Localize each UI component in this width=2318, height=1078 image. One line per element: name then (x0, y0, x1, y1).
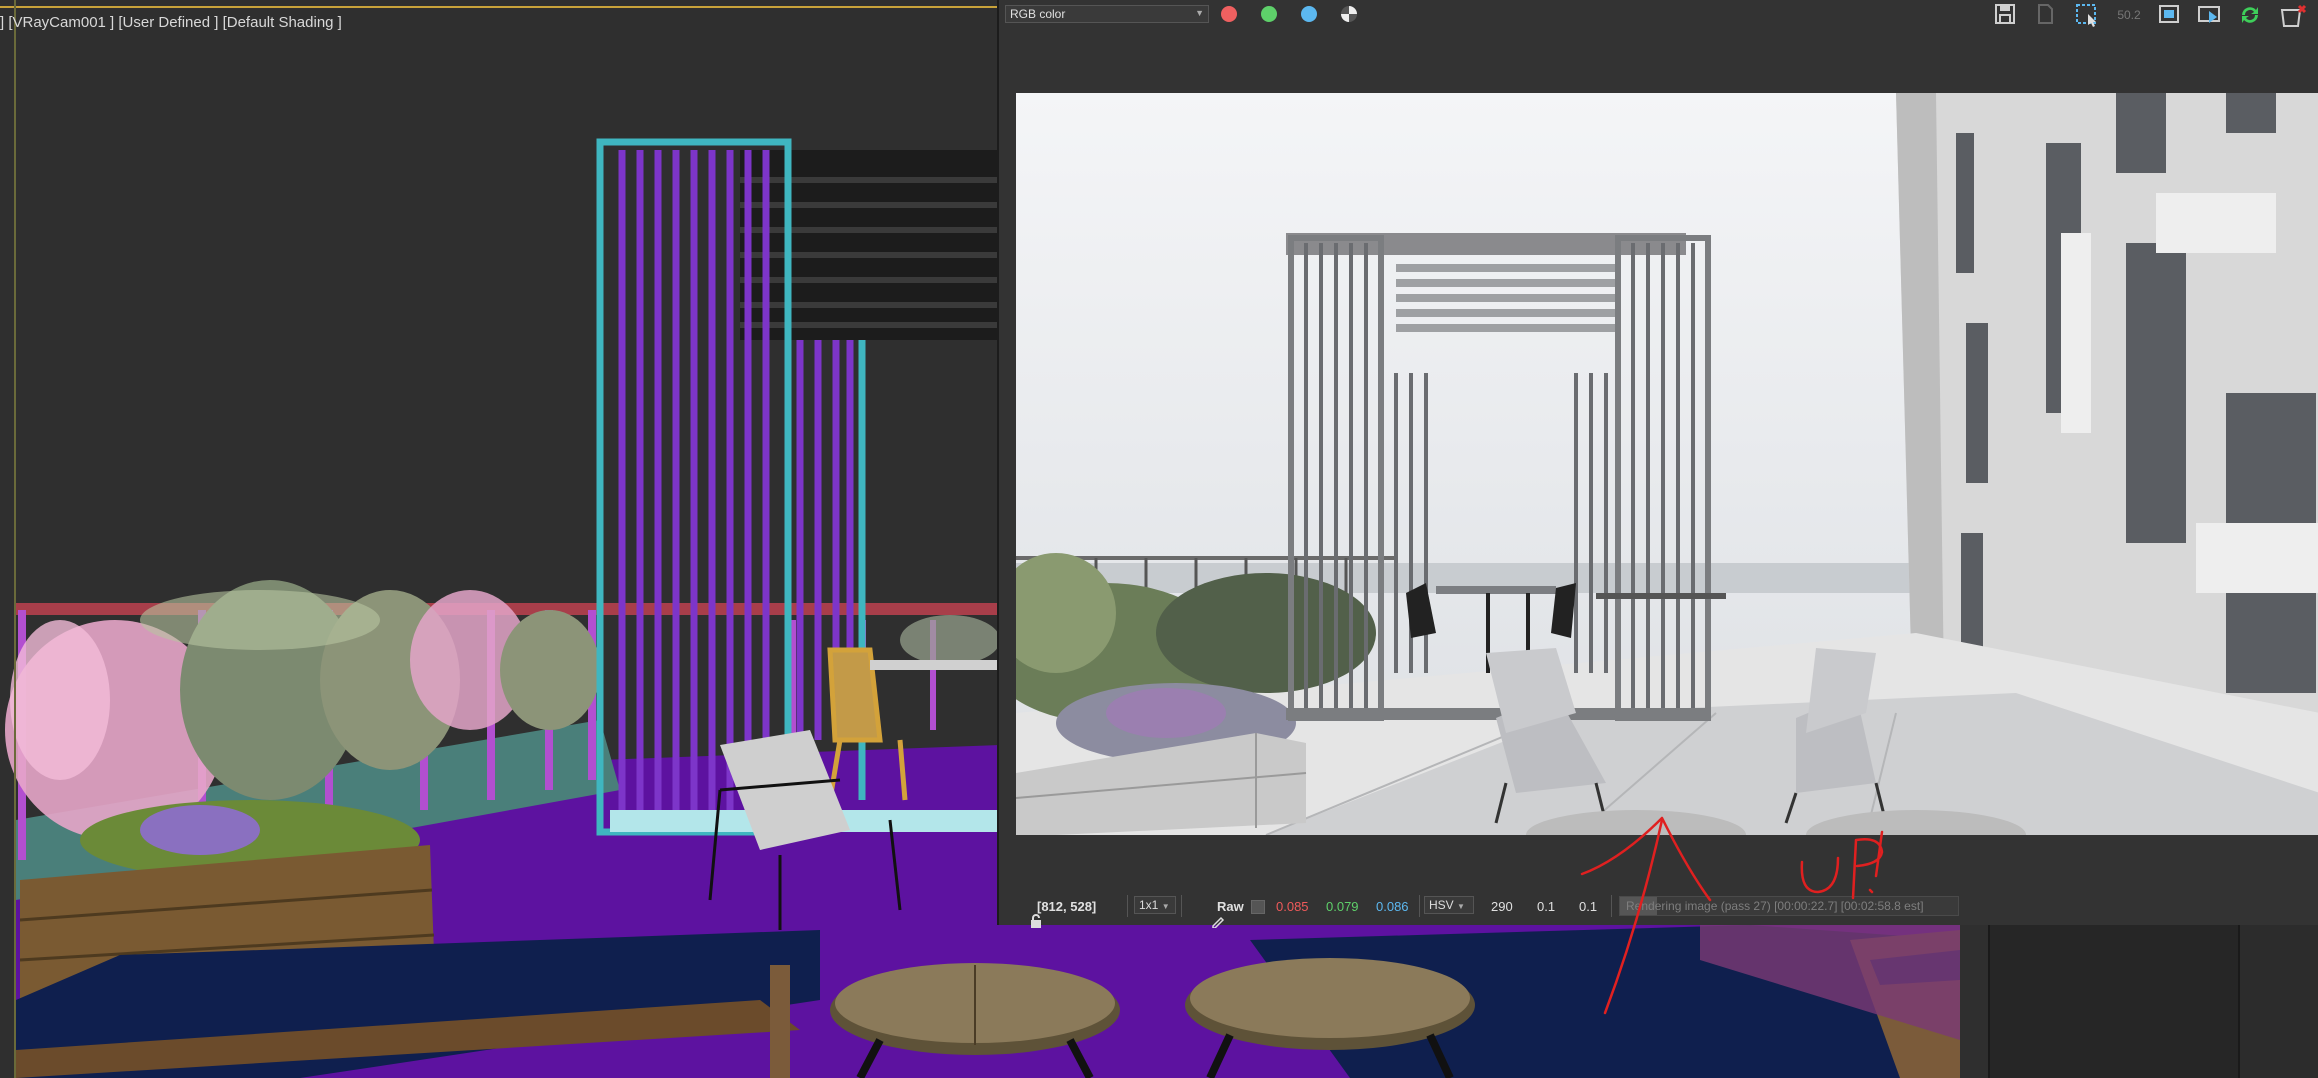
sampling-value: 1x1 (1139, 898, 1159, 912)
viewport-edge (14, 0, 16, 1078)
track-mouse-icon[interactable] (2156, 2, 2182, 28)
color-mode-value: HSV (1429, 898, 1454, 912)
divider (1419, 895, 1420, 917)
viewport-active-border (0, 0, 1000, 8)
viewport-label[interactable]: ] [VRayCam001 ] [User Defined ] [Default… (0, 14, 342, 31)
divider (1127, 895, 1128, 917)
render-progress-text: Rendering image (pass 27) [00:00:22.7] [… (1626, 899, 1924, 913)
vfb-status-bar: [812, 528] 1x1 ▼ Raw 0.085 0.079 0.086 H… (999, 892, 2318, 929)
zoom-readout: 50.2 (2117, 8, 2141, 22)
vfb-toolbar: RGB color ▼ 50.2 (999, 0, 2318, 30)
side-panel-area (2238, 925, 2318, 1078)
red-channel-toggle[interactable] (1221, 6, 1237, 22)
v-value: 0.1 (1579, 899, 1598, 914)
sampling-dropdown[interactable]: 1x1 ▼ (1134, 896, 1176, 914)
save-icon[interactable] (1992, 2, 2018, 28)
b-value: 0.086 (1376, 899, 1409, 914)
green-channel-toggle[interactable] (1261, 6, 1277, 22)
color-mode-dropdown[interactable]: HSV ▼ (1424, 896, 1474, 914)
channel-dropdown-value: RGB color (1010, 7, 1066, 21)
render-image-canvas (1016, 93, 2318, 835)
command-panel-area (1988, 925, 2240, 1078)
clear-icon[interactable] (2279, 2, 2307, 28)
divider (1181, 895, 1182, 917)
region-render-icon[interactable] (2074, 2, 2100, 28)
s-value: 0.1 (1537, 899, 1556, 914)
render-history-icon[interactable] (2196, 2, 2222, 28)
blue-channel-toggle[interactable] (1301, 6, 1317, 22)
save-all-icon[interactable] (2032, 2, 2058, 28)
divider (1611, 895, 1612, 917)
refresh-icon[interactable] (2237, 2, 2263, 28)
raw-label: Raw (1217, 899, 1244, 914)
chevron-down-icon: ▼ (1161, 902, 1170, 911)
g-value: 0.079 (1326, 899, 1359, 914)
render-progress-bar: Rendering image (pass 27) [00:00:22.7] [… (1619, 896, 1959, 916)
render-image[interactable] (1016, 93, 2318, 835)
h-value: 290 (1491, 899, 1513, 914)
chevron-down-icon: ▼ (1457, 902, 1465, 911)
pixel-coords: [812, 528] (1037, 899, 1097, 914)
channel-dropdown[interactable]: RGB color ▼ (1005, 5, 1209, 23)
vray-frame-buffer: RGB color ▼ 50.2 [812, 528] 1x1 ▼ Raw 0.… (997, 0, 2318, 929)
alpha-channel-toggle[interactable] (1341, 6, 1357, 22)
chevron-down-icon: ▼ (1195, 8, 1204, 18)
r-value: 0.085 (1276, 899, 1309, 914)
color-swatch (1251, 900, 1265, 914)
zoom-value-icon[interactable]: 50.2 (2116, 2, 2142, 28)
